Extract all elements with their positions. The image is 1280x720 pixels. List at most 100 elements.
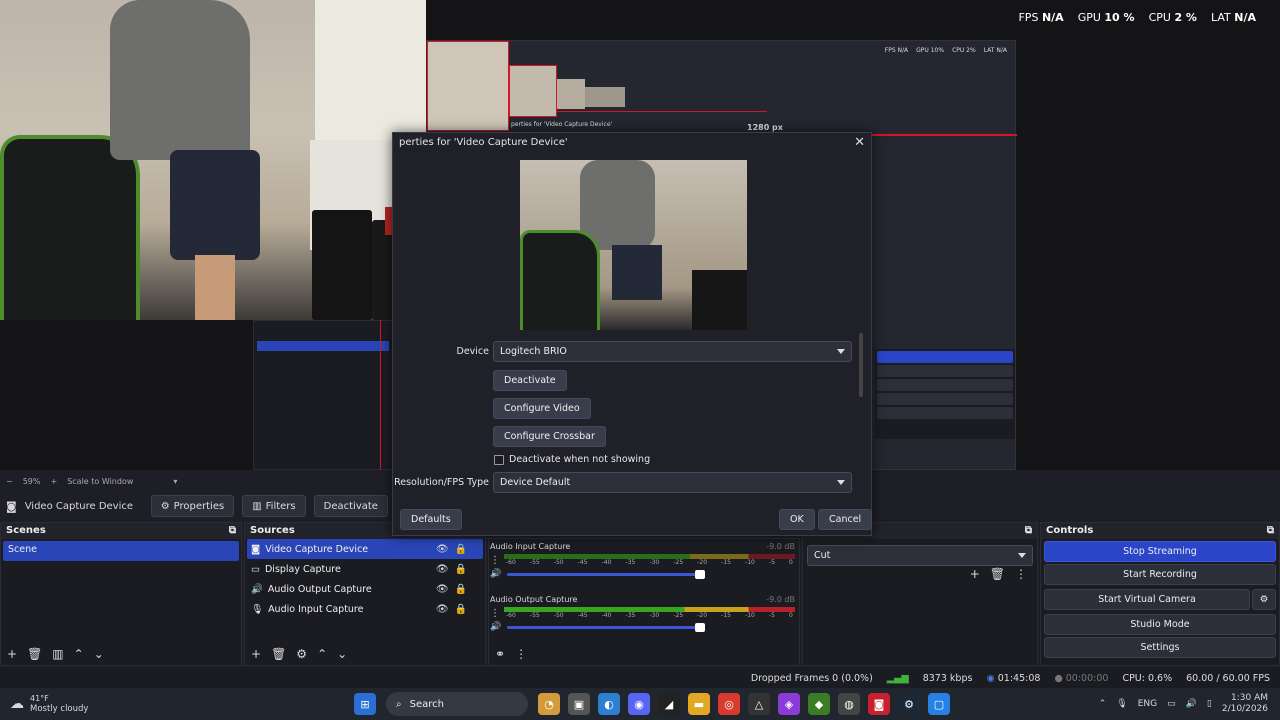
chevron-up-icon[interactable]: ⌃ [1099,699,1107,709]
chrome-icon[interactable]: ◎ [718,693,740,715]
filters-button[interactable]: ▥ Filters [242,495,306,517]
weather-widget[interactable]: ☁ 41°F Mostly cloudy [0,693,350,715]
start-recording-button[interactable]: Start Recording [1044,564,1276,585]
lock-icon[interactable]: 🔒 [455,584,467,595]
dialog-scrollbar[interactable] [859,333,863,397]
lock-icon[interactable]: 🔒 [455,604,467,615]
virtual-camera-row: Start Virtual Camera ⚙ [1041,587,1279,612]
dock-menu-icon[interactable]: ⧉ [229,525,236,537]
menu-dots-icon[interactable]: ⋮ [515,647,527,661]
link-icon[interactable]: ⚭ [495,647,505,661]
capcut-icon[interactable]: ◢ [658,693,680,715]
menu-dots-icon[interactable]: ⋮ [490,555,500,566]
person-leg [195,255,235,320]
steam-icon[interactable]: ⚙ [898,693,920,715]
source-item-display-capture[interactable]: ▭ Display Capture 👁 🔒 [247,559,483,579]
lock-icon[interactable]: 🔒 [455,564,467,575]
meter-tick: -50 [553,612,564,619]
source-item-audio-input[interactable]: 🎙 Audio Input Capture 👁 🔒 [247,599,483,619]
scale-select[interactable]: Scale to Window [67,477,133,486]
volume-knob[interactable] [695,569,705,579]
eye-icon[interactable]: 👁 [436,604,449,615]
source-item-video-capture[interactable]: ◙ Video Capture Device 👁 🔒 [247,539,483,559]
volume-knob[interactable] [695,622,705,632]
dock-menu-icon[interactable]: ⧉ [1267,525,1274,537]
studio-mode-button[interactable]: Studio Mode [1044,614,1276,635]
folder-icon[interactable]: ▬ [688,693,710,715]
app-icon[interactable]: △ [748,693,770,715]
nested-scene-selected [257,341,389,351]
properties-button[interactable]: ⚙ Properties [150,495,235,517]
chevron-down-icon[interactable]: ⌄ [94,647,104,661]
eye-icon[interactable]: 👁 [436,584,449,595]
taskbar-search[interactable]: ⌕ Search [386,692,528,716]
stop-streaming-button[interactable]: Stop Streaming [1044,541,1276,562]
cancel-button[interactable]: Cancel [818,509,873,530]
close-icon[interactable]: ✕ [854,135,865,150]
eye-icon[interactable]: 👁 [436,564,449,575]
meter-ticks: -60 -55 -50 -45 -40 -35 -30 -25 -20 -15 -10 -5 0 [504,559,795,566]
nvidia-icon[interactable]: ◆ [808,693,830,715]
meter-tick: -5 [768,559,775,566]
gear-icon[interactable]: ⚙ [1252,589,1276,610]
speaker-icon[interactable]: 🔊 [490,622,501,632]
network-icon[interactable]: ▭ [1167,699,1176,709]
app2-icon[interactable]: ◈ [778,693,800,715]
configure-video-button[interactable]: Configure Video [493,398,591,419]
add-icon[interactable]: + [251,647,261,661]
zoom-in-button[interactable]: + [50,477,57,486]
trash-icon[interactable]: 🗑 [271,647,286,661]
pizza-icon[interactable]: ◔ [538,693,560,715]
scene-item[interactable]: Scene [3,541,239,561]
filter-icon[interactable]: ▥ [52,647,63,661]
meter-tick: -20 [697,559,708,566]
ok-button[interactable]: OK [779,509,815,530]
chevron-up-icon[interactable]: ⌃ [74,647,84,661]
windows-start-icon[interactable]: ⊞ [354,693,376,715]
transition-select[interactable]: Cut [807,545,1033,566]
eye-icon[interactable]: 👁 [436,544,449,555]
volume-slider[interactable] [507,622,705,632]
clock[interactable]: 1:30 AM 2/10/2026 [1222,693,1268,715]
nested-red-line-2 [857,134,1017,136]
cloud-icon: ☁ [10,696,24,712]
app3-icon[interactable]: ◙ [868,693,890,715]
volume-icon[interactable]: 🔊 [1186,699,1197,709]
menu-dots-icon[interactable]: ⋮ [1015,567,1027,581]
speaker-icon[interactable]: 🔊 [490,569,501,579]
defaults-button[interactable]: Defaults [400,509,462,530]
task-view-icon[interactable]: ▣ [568,693,590,715]
menu-dots-icon[interactable]: ⋮ [490,608,500,619]
configure-crossbar-button[interactable]: Configure Crossbar [493,426,606,447]
deactivate-device-button[interactable]: Deactivate [493,370,567,391]
settings-button[interactable]: Settings [1044,637,1276,658]
deactivate-not-showing-checkbox[interactable] [494,454,504,465]
mixer-channel-output: Audio Output Capture -9.0 dB ⋮ -60 -55 -50-… [490,595,795,645]
app4-icon[interactable]: ▢ [928,693,950,715]
chevron-up-icon[interactable]: ⌃ [317,647,327,661]
gear-icon[interactable]: ⚙ [296,647,307,661]
resolution-select[interactable]: Device Default [493,472,852,493]
microphone-icon[interactable]: 🎙 [1116,699,1127,709]
dock-menu-icon[interactable]: ⧉ [1025,525,1032,537]
chevron-down-icon[interactable]: ▾ [173,477,177,486]
add-icon[interactable]: + [970,567,980,581]
obs-icon[interactable]: ◍ [838,693,860,715]
volume-slider[interactable] [507,569,705,579]
deactivate-button[interactable]: Deactivate [313,495,388,517]
battery-icon[interactable]: ▯ [1207,699,1212,709]
edge-icon[interactable]: ◐ [598,693,620,715]
source-item-audio-output[interactable]: 🔊 Audio Output Capture 👁 🔒 [247,579,483,599]
trash-icon[interactable]: 🗑 [27,647,42,661]
device-select[interactable]: Logitech BRIO [493,341,852,362]
chevron-down-icon[interactable]: ⌄ [337,647,347,661]
nested-settings [877,407,1013,419]
lock-icon[interactable]: 🔒 [455,544,467,555]
discord-icon[interactable]: ◉ [628,693,650,715]
add-icon[interactable]: + [7,647,17,661]
trash-icon[interactable]: 🗑 [990,567,1005,581]
zoom-out-button[interactable]: − [6,477,13,486]
language-indicator[interactable]: ENG [1138,699,1157,709]
chevron-down-icon [837,349,845,354]
start-virtual-camera-button[interactable]: Start Virtual Camera [1044,589,1250,610]
